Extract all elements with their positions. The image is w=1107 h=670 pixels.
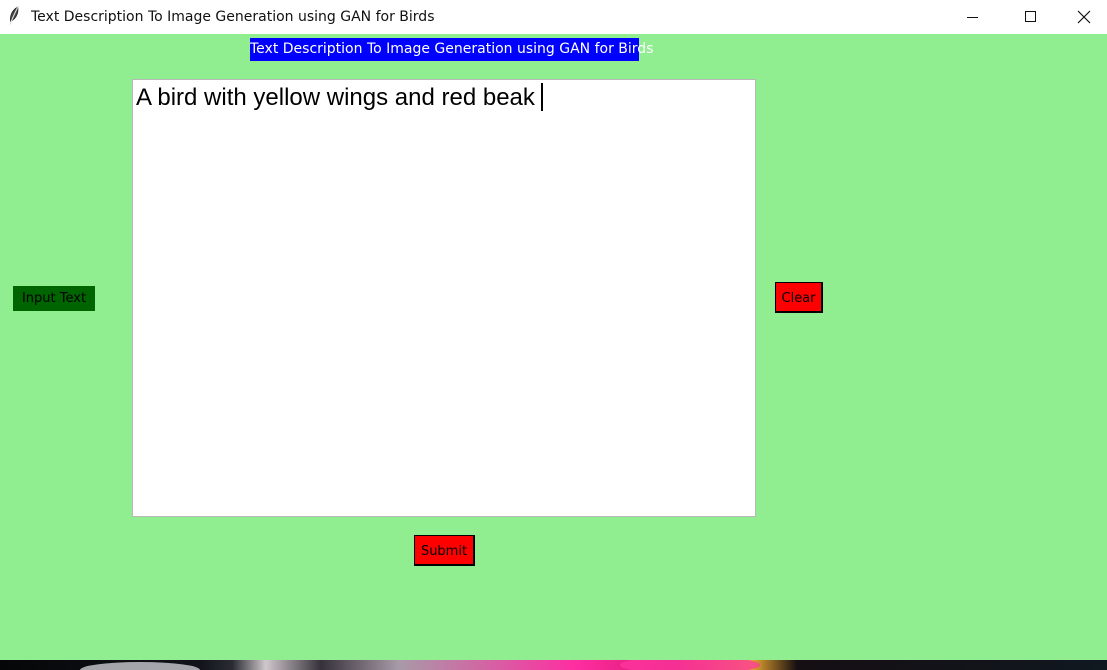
close-button[interactable] [1060, 0, 1107, 34]
minimize-icon [967, 17, 978, 18]
application-content: Text Description To Image Generation usi… [0, 34, 1107, 660]
feather-icon [7, 6, 21, 26]
desktop-background-strip [0, 660, 1107, 670]
page-title: Text Description To Image Generation usi… [250, 38, 653, 61]
maximize-icon [1025, 11, 1036, 22]
submit-button[interactable]: Submit [414, 535, 475, 566]
input-text-label: Input Text [13, 286, 95, 311]
application-window: Text Description To Image Generation usi… [0, 0, 1107, 660]
window-title: Text Description To Image Generation usi… [31, 9, 435, 25]
clear-button[interactable]: Clear [775, 282, 823, 313]
maximize-button[interactable] [1002, 0, 1060, 34]
typed-text: A bird with yellow wings and red beak [136, 84, 535, 111]
title-bar[interactable]: Text Description To Image Generation usi… [0, 0, 1107, 34]
close-icon [1077, 10, 1090, 24]
text-cursor [540, 83, 543, 111]
text-description-input[interactable]: A bird with yellow wings and red beak [132, 79, 756, 517]
text-input-value[interactable]: A bird with yellow wings and red beak [136, 83, 543, 113]
minimize-button[interactable] [944, 0, 1002, 34]
